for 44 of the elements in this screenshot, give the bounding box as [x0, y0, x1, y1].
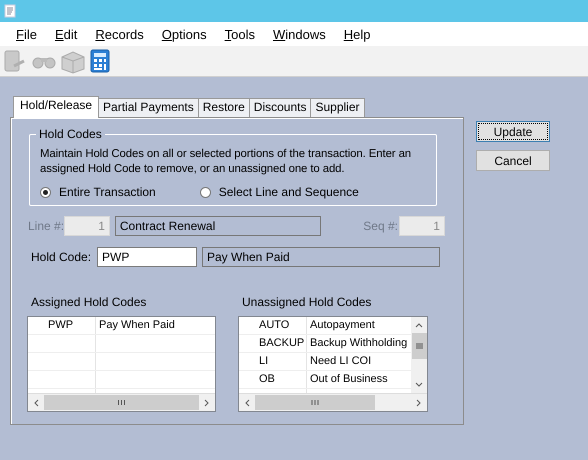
code-text[interactable]: BACKUP	[259, 337, 304, 349]
code-text[interactable]: PWP	[48, 319, 74, 331]
tab[interactable]: Partial Payments	[98, 98, 199, 117]
radio-option[interactable]: Select Line and Sequence	[200, 185, 359, 199]
menu-item[interactable]: Edit	[46, 26, 86, 42]
line-description-field: Contract Renewal	[114, 216, 322, 236]
seq-label: Seq #:	[363, 219, 399, 233]
horizontal-scrollbar[interactable]	[239, 393, 427, 411]
tab[interactable]: Supplier	[310, 98, 364, 117]
group-title: Hold Codes	[36, 127, 105, 141]
line-label: Line #:	[28, 219, 64, 233]
code-text[interactable]: LI	[259, 355, 268, 367]
menu-item[interactable]: File	[7, 26, 46, 42]
description-text: Maintain Hold Codes on all or selected portions of the transaction. Enter an assigned Hold Code to remove, or an unassigned one to add.	[40, 147, 412, 177]
action-button[interactable]: Update	[476, 121, 550, 142]
description-text[interactable]: Pay When Paid	[99, 319, 175, 331]
code-text[interactable]: AUTO	[259, 319, 290, 331]
list-title: Assigned Hold Codes	[31, 295, 148, 309]
menu-item[interactable]: Tools	[216, 26, 264, 42]
vertical-scrollbar[interactable]	[411, 317, 427, 393]
radio-button[interactable]	[200, 186, 211, 198]
radio-option[interactable]: Entire Transaction	[40, 185, 156, 199]
hold-code-field[interactable]: PWP	[97, 247, 197, 267]
calculator-icon[interactable]	[89, 48, 111, 74]
tab[interactable]: Discounts	[248, 98, 312, 117]
description-text[interactable]: Autopayment	[310, 319, 375, 331]
hold-code-label: Hold Code:	[31, 250, 92, 264]
horizontal-scrollbar[interactable]	[28, 393, 215, 411]
hold-description-field: Pay When Paid	[202, 247, 440, 267]
list-title: Unassigned Hold Codes	[242, 295, 372, 309]
menu-item[interactable]: Windows	[264, 26, 335, 42]
code-text[interactable]: OB	[259, 373, 275, 385]
menu-item[interactable]: Options	[152, 26, 216, 42]
menu-item[interactable]: Help	[334, 26, 380, 42]
action-button[interactable]: Cancel	[476, 150, 550, 171]
description-text[interactable]: Out of Business	[310, 373, 388, 385]
tab[interactable]: Hold/Release	[13, 96, 100, 118]
app-icon	[4, 4, 18, 18]
menu-item[interactable]: Records	[86, 26, 153, 42]
tab[interactable]: Restore	[198, 98, 250, 117]
description-text[interactable]: Backup Withholding	[310, 337, 408, 349]
radio-button[interactable]	[40, 186, 51, 198]
description-text[interactable]: Need LI COI	[310, 355, 372, 367]
scroll-thumb-icon[interactable]	[412, 333, 426, 359]
